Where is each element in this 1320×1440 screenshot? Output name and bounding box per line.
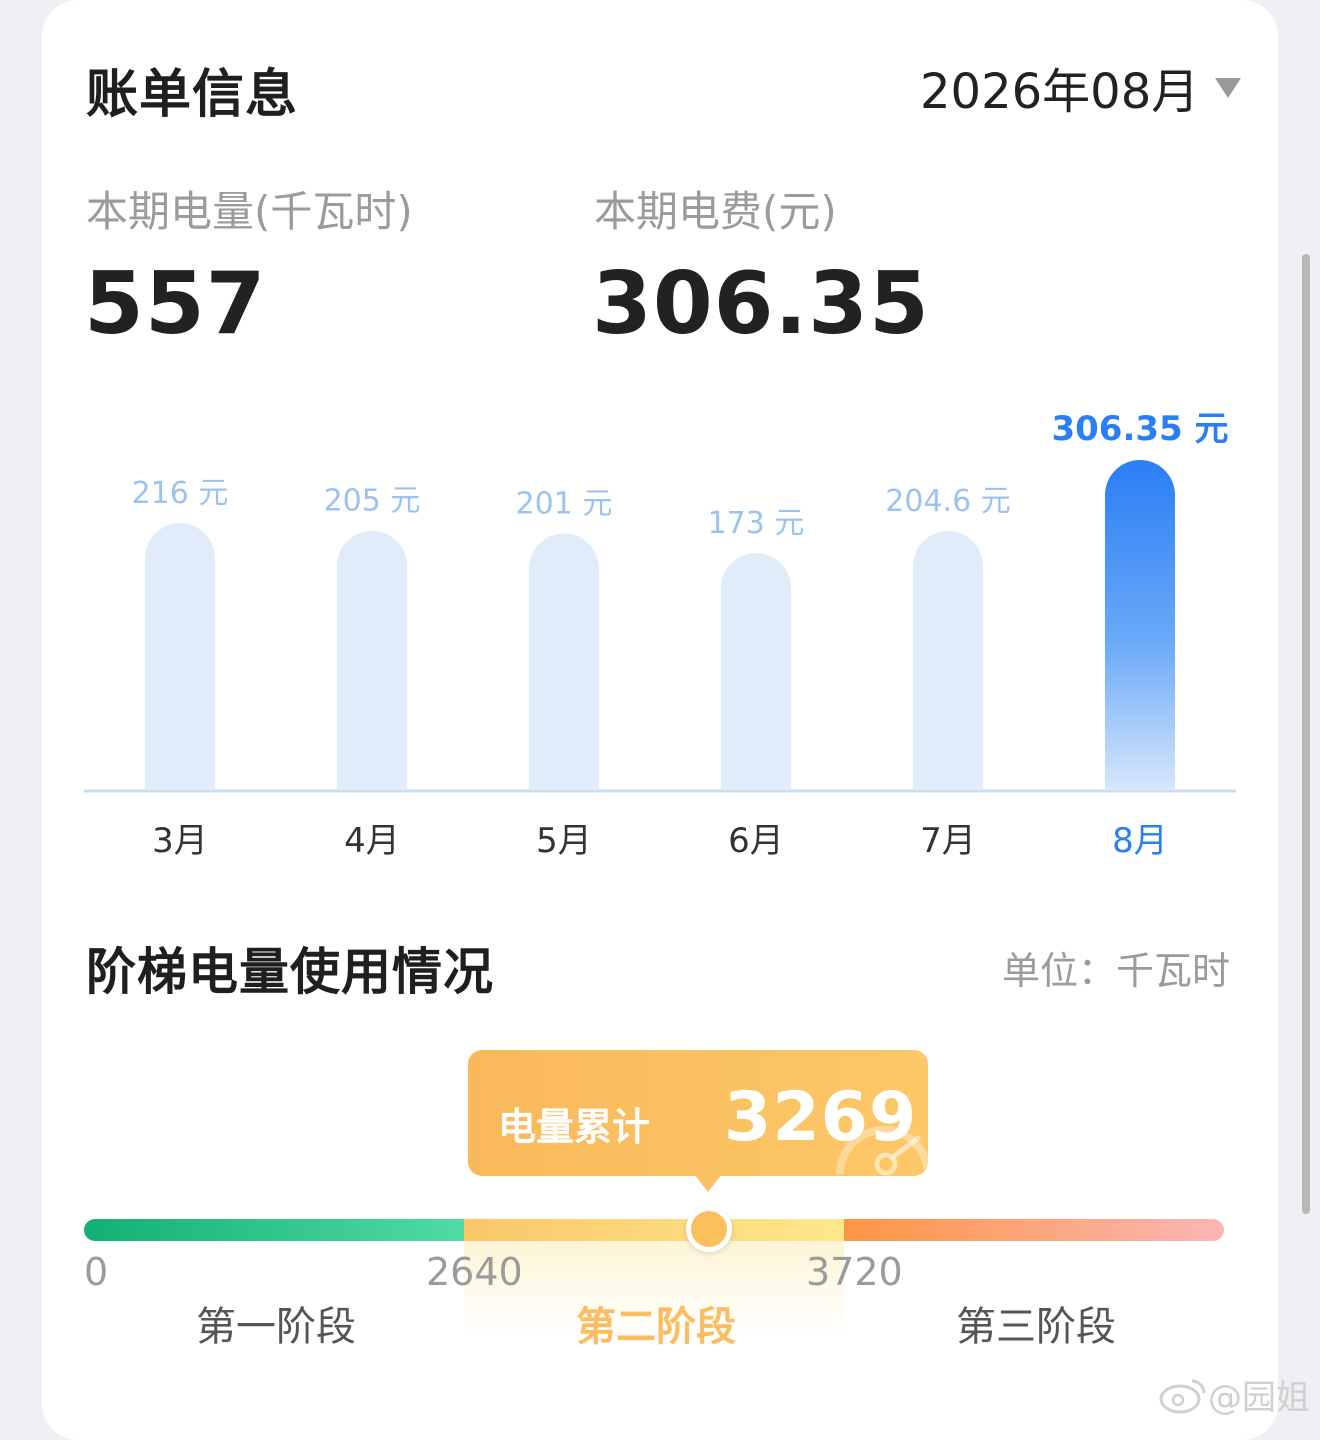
stage3-segment xyxy=(844,1219,1224,1241)
monthly-fee-chart-svg: 216 元 3月 205 元 4月 201 元 5月 173 元 6月 204.6 元 7月 306… xyxy=(84,409,1236,861)
stage-3-label: 第三阶段 xyxy=(956,1304,1116,1350)
threshold-3720: 3720 xyxy=(806,1250,903,1294)
bill-title: 账单信息 xyxy=(86,65,299,125)
tier-title: 阶梯电量使用情况 xyxy=(86,943,494,1001)
bar-value-label: 201 元 xyxy=(516,487,613,522)
month-axis-label[interactable]: 6月 xyxy=(728,821,784,861)
month-axis-label[interactable]: 4月 xyxy=(344,821,400,861)
cumulative-label: 电量累计 xyxy=(498,1105,651,1149)
monthly-fee-chart: 216 元 3月 205 元 4月 201 元 5月 173 元 6月 204.6 元 7月 306… xyxy=(84,390,1236,880)
tooltip-arrow xyxy=(694,1174,722,1192)
bar-value-label: 216 元 xyxy=(132,476,229,511)
bar-value-label: 205 元 xyxy=(324,484,421,519)
usage-value: 557 xyxy=(84,254,267,354)
stage2-segment xyxy=(464,1219,844,1241)
bar-3月[interactable] xyxy=(145,523,215,790)
bar-5月[interactable] xyxy=(529,533,599,790)
tier-unit: 单位：千瓦时 xyxy=(1002,949,1231,993)
threshold-2640: 2640 xyxy=(426,1250,523,1294)
bar-value-label: 204.6 元 xyxy=(885,484,1010,519)
bar-value-label: 306.35 元 xyxy=(1051,409,1228,449)
scrollbar[interactable] xyxy=(1302,254,1310,1214)
month-axis-label[interactable]: 5月 xyxy=(536,821,592,861)
month-axis-label[interactable]: 8月 xyxy=(1112,821,1168,861)
usage-label: 本期电量(千瓦时) xyxy=(86,187,413,236)
bar-4月[interactable] xyxy=(337,530,407,790)
fee-value: 306.35 xyxy=(592,254,930,354)
month-axis-label[interactable]: 7月 xyxy=(920,821,976,861)
caret-down-icon xyxy=(1215,78,1242,98)
gauge-icon xyxy=(836,1126,928,1176)
stage-1-label: 第一阶段 xyxy=(196,1304,356,1350)
bar-8月[interactable] xyxy=(1105,460,1175,790)
watermark-text: @园姐 xyxy=(1208,1378,1310,1418)
bar-value-label: 173 元 xyxy=(708,506,805,541)
month-selector[interactable]: 2026年08月 xyxy=(920,52,1242,122)
month-axis-label[interactable]: 3月 xyxy=(152,821,208,861)
bar-6月[interactable] xyxy=(721,553,791,790)
threshold-0: 0 xyxy=(84,1250,109,1294)
stage-2-label: 第二阶段 xyxy=(576,1304,736,1350)
weibo-icon xyxy=(1159,1379,1206,1413)
usage-marker xyxy=(686,1206,732,1252)
stage1-segment xyxy=(84,1219,464,1241)
fee-label: 本期电费(元) xyxy=(594,187,837,236)
watermark: @园姐 xyxy=(1158,1370,1310,1419)
tier-progress-track xyxy=(84,1219,1224,1241)
month-selector-value: 2026年08月 xyxy=(920,64,1200,120)
bar-7月[interactable] xyxy=(913,531,983,790)
